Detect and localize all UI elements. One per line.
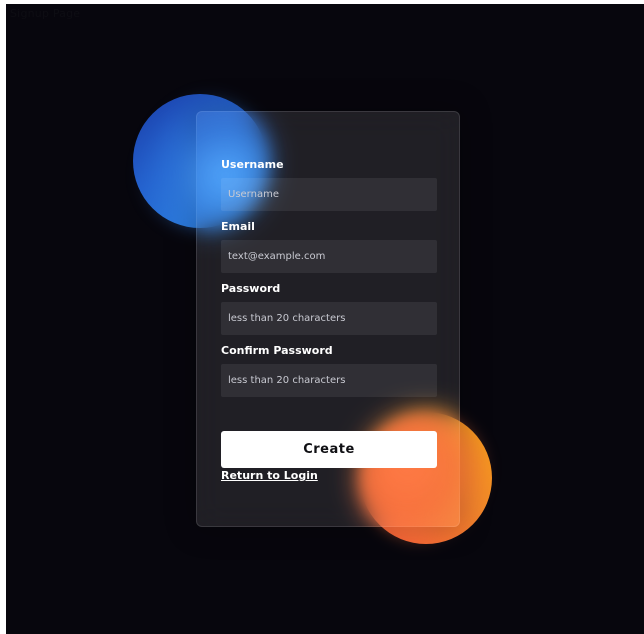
email-input[interactable] xyxy=(221,240,437,273)
username-label: Username xyxy=(221,158,284,171)
return-to-login-link[interactable]: Return to Login xyxy=(221,469,318,482)
confirm-password-input[interactable] xyxy=(221,364,437,397)
email-label: Email xyxy=(221,220,255,233)
password-input[interactable] xyxy=(221,302,437,335)
signup-card: Username Email Password Confirm Password… xyxy=(134,95,493,545)
password-label: Password xyxy=(221,282,281,295)
username-input[interactable] xyxy=(221,178,437,211)
confirm-password-label: Confirm Password xyxy=(221,344,333,357)
page-title: Signup Page xyxy=(10,7,81,20)
page-viewport: Signup Page Username Email Password Conf… xyxy=(6,4,644,634)
create-button[interactable]: Create xyxy=(221,431,437,468)
